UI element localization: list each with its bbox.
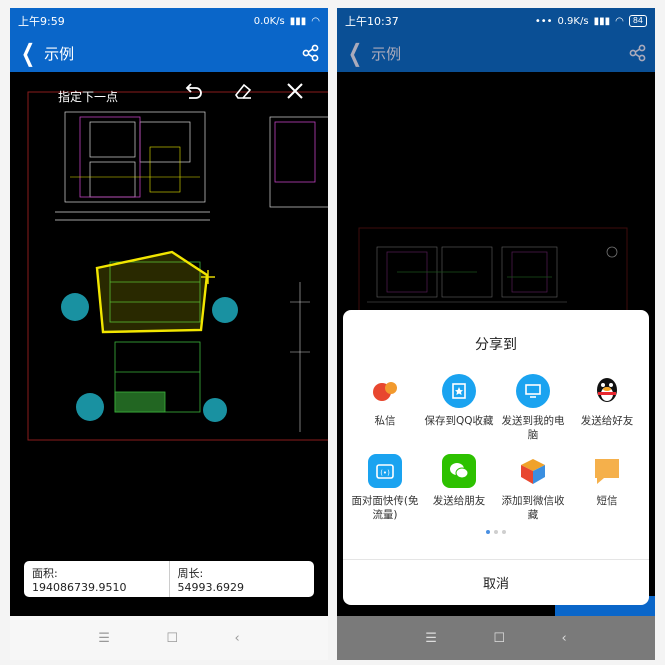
back-nav-icon[interactable]: ‹ <box>235 631 240 646</box>
close-icon[interactable] <box>284 80 306 102</box>
perimeter-section: 周长: 54993.6929 <box>168 561 315 597</box>
perimeter-label: 周长: <box>177 567 204 580</box>
right-phone-screen: 上午10:37 ••• 0.9K/s ▮▮▮ ◠ 84 ❮ 示例 分享到 私信 … <box>337 8 655 660</box>
perimeter-value: 54993.6929 <box>177 581 244 594</box>
share-option-my-computer[interactable]: 发送到我的电脑 <box>497 374 569 444</box>
status-time: 上午10:37 <box>345 15 399 28</box>
more-icon: ••• <box>534 15 553 27</box>
app-title-bar: ❮ 示例 <box>10 34 328 72</box>
share-sheet-title: 分享到 <box>475 337 517 353</box>
sms-icon <box>590 454 624 488</box>
measurement-panel: 面积: 194086739.9510 周长: 54993.6929 <box>24 561 314 597</box>
back-arrow-icon[interactable]: ❮ <box>348 41 362 65</box>
page-title: 示例 <box>44 44 75 63</box>
qq-penguin-icon <box>590 374 624 408</box>
share-icon[interactable] <box>302 44 320 62</box>
cad-drawing-canvas[interactable]: 指定下一点 面积: 194086739.9510 周长: 54993.6929 <box>10 72 328 616</box>
menu-nav-icon[interactable]: ☰ <box>98 631 110 646</box>
face-transfer-icon: (•) <box>368 454 402 488</box>
system-nav-bar: ☰ ☐ ‹ <box>337 616 655 660</box>
share-options-grid: 私信 保存到QQ收藏 发送到我的电脑 发送给好友 (•) 面对面快传(免流量) … <box>343 374 649 524</box>
share-option-private-message[interactable]: 私信 <box>349 374 421 444</box>
svg-text:(•): (•) <box>380 469 390 477</box>
share-option-wechat-favorite[interactable]: 添加到微信收藏 <box>497 454 569 524</box>
home-nav-icon[interactable]: ☐ <box>493 631 505 646</box>
eraser-icon[interactable] <box>232 80 254 102</box>
status-bar: 上午9:59 0.0K/s ▮▮▮ ◠ <box>10 8 328 34</box>
back-arrow-icon[interactable]: ❮ <box>21 41 35 65</box>
signal-icon: ▮▮▮ <box>289 15 307 27</box>
qq-favorite-icon <box>442 374 476 408</box>
share-option-wechat-friend[interactable]: 发送给朋友 <box>423 454 495 524</box>
page-title: 示例 <box>371 44 402 63</box>
wifi-icon: ◠ <box>311 15 320 27</box>
battery-icon: 84 <box>628 15 647 27</box>
menu-nav-icon[interactable]: ☰ <box>425 631 437 646</box>
page-dot <box>502 530 506 534</box>
wechat-favorite-icon <box>516 454 550 488</box>
cancel-button[interactable]: 取消 <box>343 559 649 605</box>
status-time: 上午9:59 <box>18 15 65 28</box>
signal-icon: ▮▮▮ <box>593 15 611 27</box>
toolbar-prompt: 指定下一点 <box>58 90 119 104</box>
my-computer-icon <box>516 374 550 408</box>
area-section: 面积: 194086739.9510 <box>24 561 169 597</box>
share-sheet: 分享到 私信 保存到QQ收藏 发送到我的电脑 发送给好友 (•) 面对面快传(免… <box>343 310 649 605</box>
share-option-face-transfer[interactable]: (•) 面对面快传(免流量) <box>349 454 421 524</box>
page-dot-active <box>486 530 490 534</box>
share-icon[interactable] <box>629 44 647 62</box>
system-nav-bar: ☰ ☐ ‹ <box>10 616 328 660</box>
area-label: 面积: <box>32 567 58 580</box>
left-phone-screen: 上午9:59 0.0K/s ▮▮▮ ◠ ❮ 示例 指定下一点 面积: 19408… <box>10 8 328 660</box>
share-option-sms[interactable]: 短信 <box>571 454 643 524</box>
home-nav-icon[interactable]: ☐ <box>166 631 178 646</box>
wifi-icon: ◠ <box>615 15 624 27</box>
app-title-bar: ❮ 示例 <box>337 34 655 72</box>
network-speed: 0.9K/s <box>557 15 589 27</box>
back-nav-icon[interactable]: ‹ <box>562 631 567 646</box>
share-option-qq-friend[interactable]: 发送给好友 <box>571 374 643 444</box>
private-message-icon <box>368 374 402 408</box>
cad-drawing <box>27 91 328 441</box>
page-indicator <box>343 530 649 534</box>
undo-icon[interactable] <box>182 80 204 102</box>
wechat-icon <box>442 454 476 488</box>
page-dot <box>494 530 498 534</box>
network-speed: 0.0K/s <box>253 15 285 27</box>
status-bar: 上午10:37 ••• 0.9K/s ▮▮▮ ◠ 84 <box>337 8 655 34</box>
share-option-qq-favorite[interactable]: 保存到QQ收藏 <box>423 374 495 444</box>
area-value: 194086739.9510 <box>32 581 127 594</box>
